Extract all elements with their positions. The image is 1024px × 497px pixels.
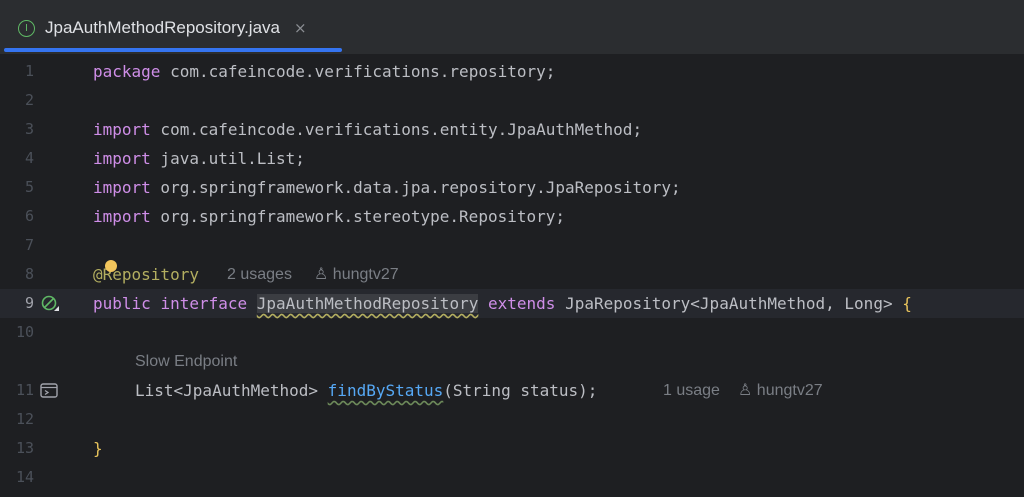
code-text: import java.util.List; — [93, 144, 305, 173]
keyword: extends — [487, 294, 556, 313]
line-number: 14 — [15, 468, 34, 486]
user-icon: ♙ — [738, 382, 753, 399]
code-text: import org.springframework.data.jpa.repo… — [93, 173, 681, 202]
line-number: 8 — [24, 265, 34, 283]
usages-hint[interactable]: 1 usage — [663, 376, 720, 405]
author-name: hungtv27 — [756, 382, 823, 399]
file-tab[interactable]: I JpaAuthMethodRepository.java × — [6, 8, 317, 48]
code-line: 11 List<JpaAuthMethod> findByStatus(Stri… — [0, 376, 1024, 405]
code-line-current: 9 public interface JpaAuthMethodReposito… — [0, 289, 1024, 318]
code-line: 13 } — [0, 434, 1024, 463]
line-number: 3 — [24, 120, 34, 138]
code-line: 14 — [0, 463, 1024, 492]
code-text: public interface JpaAuthMethodRepository… — [93, 289, 912, 318]
line-number: 2 — [24, 91, 34, 109]
code-text: import org.springframework.stereotype.Re… — [93, 202, 565, 231]
open-brace: { — [902, 294, 912, 313]
import-path: java.util.List; — [150, 149, 305, 168]
author-name: hungtv27 — [332, 266, 399, 283]
code-line: 8 @Repository 2 usages ♙ hungtv27 — [0, 260, 1024, 289]
interface-file-icon: I — [18, 19, 35, 37]
code-text: package com.cafeincode.verifications.rep… — [93, 57, 555, 86]
inlay-line: Slow Endpoint — [0, 347, 1024, 376]
keyword: import — [93, 207, 151, 226]
line-number: 11 — [15, 381, 34, 399]
keyword: import — [93, 120, 151, 139]
import-path: com.cafeincode.verifications.entity.JpaA… — [150, 120, 643, 139]
editor-tab-bar: I JpaAuthMethodRepository.java × — [0, 0, 1024, 55]
line-number: 7 — [24, 236, 34, 254]
tab-filename: JpaAuthMethodRepository.java — [45, 18, 280, 37]
code-editor[interactable]: 1 package com.cafeincode.verifications.r… — [0, 55, 1024, 497]
import-path: org.springframework.data.jpa.repository.… — [150, 178, 681, 197]
line-number: 9 — [24, 294, 34, 312]
interface-name[interactable]: JpaAuthMethodRepository — [256, 294, 479, 313]
close-brace: } — [93, 439, 103, 458]
code-text: } — [93, 434, 103, 463]
line-number: 13 — [15, 439, 34, 457]
code-line: 3 import com.cafeincode.verifications.en… — [0, 115, 1024, 144]
author-hint[interactable]: ♙ hungtv27 — [738, 376, 823, 405]
code-line: 2 — [0, 86, 1024, 115]
line-number: 6 — [24, 207, 34, 225]
author-hint[interactable]: ♙ hungtv27 — [314, 260, 399, 289]
close-icon[interactable]: × — [294, 19, 307, 37]
code-line: 4 import java.util.List; — [0, 144, 1024, 173]
return-type: List<JpaAuthMethod> — [135, 381, 319, 400]
keyword: interface — [160, 294, 248, 313]
code-line: 7 — [0, 231, 1024, 260]
line-number: 10 — [15, 323, 34, 341]
package-name: com.cafeincode.verifications.repository; — [160, 62, 556, 81]
slow-endpoint-hint[interactable]: Slow Endpoint — [135, 347, 237, 376]
code-line: 1 package com.cafeincode.verifications.r… — [0, 57, 1024, 86]
code-line: 5 import org.springframework.data.jpa.re… — [0, 173, 1024, 202]
usages-hint[interactable]: 2 usages — [227, 260, 292, 289]
line-number: 1 — [24, 62, 34, 80]
code-text: import com.cafeincode.verifications.enti… — [93, 115, 642, 144]
code-text: List<JpaAuthMethod> findByStatus(String … — [135, 376, 597, 405]
active-tab-indicator — [4, 48, 342, 52]
intention-bulb-icon[interactable] — [105, 260, 117, 272]
line-number: 4 — [24, 149, 34, 167]
keyword: package — [93, 62, 161, 81]
line-number: 5 — [24, 178, 34, 196]
import-path: org.springframework.stereotype.Repositor… — [150, 207, 566, 226]
method-name[interactable]: findByStatus — [328, 381, 444, 400]
code-line: 12 — [0, 405, 1024, 434]
method-params: (String status); — [443, 381, 598, 400]
keyword: import — [93, 149, 151, 168]
extends-type: JpaRepository<JpaAuthMethod, Long> — [565, 294, 893, 313]
code-line: 6 import org.springframework.stereotype.… — [0, 202, 1024, 231]
user-icon: ♙ — [314, 266, 329, 283]
keyword: public — [93, 294, 151, 313]
keyword: import — [93, 178, 151, 197]
code-line: 10 — [0, 318, 1024, 347]
line-number: 12 — [15, 410, 34, 428]
